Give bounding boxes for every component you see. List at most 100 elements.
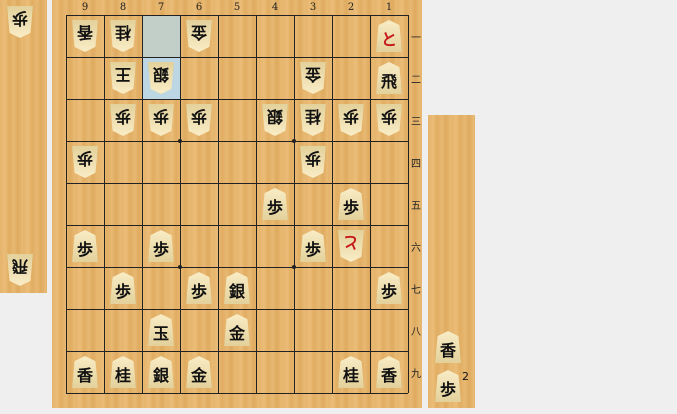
shogi-piece[interactable]: 歩 (335, 102, 367, 138)
piece-glyph: 歩 (12, 9, 29, 28)
grid-line (66, 15, 408, 16)
piece-glyph: 歩 (114, 282, 131, 301)
file-label: 2 (347, 2, 355, 13)
file-label: 9 (81, 2, 89, 13)
shogi-piece[interactable]: 歩 (107, 270, 139, 306)
rank-label: 八 (411, 327, 421, 338)
shogi-piece[interactable]: 金 (183, 354, 215, 390)
shogi-piece[interactable]: 銀 (145, 60, 177, 96)
shogi-piece[interactable]: 王 (107, 60, 139, 96)
shogi-piece[interactable]: 銀 (145, 354, 177, 390)
grid-line (256, 15, 257, 393)
shogi-piece[interactable]: 歩 (335, 186, 367, 222)
piece-glyph: 金 (190, 366, 207, 385)
piece-glyph: 歩 (304, 240, 321, 259)
piece-glyph: 歩 (76, 240, 93, 259)
piece-glyph: 香 (439, 341, 456, 360)
piece-glyph: 銀 (267, 107, 284, 126)
piece-glyph: 歩 (77, 149, 94, 168)
piece-glyph: 銀 (153, 65, 170, 84)
shogi-piece[interactable]: 桂 (107, 354, 139, 390)
shogi-piece[interactable]: 歩 (145, 102, 177, 138)
shogi-piece[interactable]: 歩 (297, 228, 329, 264)
shogi-piece[interactable]: 香 (432, 329, 464, 365)
file-label: 1 (385, 2, 393, 13)
grid-line (66, 225, 408, 226)
piece-glyph: 桂 (115, 23, 132, 42)
shogi-piece[interactable]: 銀 (221, 270, 253, 306)
file-label: 5 (233, 2, 241, 13)
piece-glyph: 歩 (343, 107, 360, 126)
shogi-piece[interactable]: 歩 (183, 270, 215, 306)
shogi-piece[interactable]: 歩 (145, 228, 177, 264)
rank-label: 五 (411, 201, 421, 212)
rank-label: 一 (411, 33, 421, 44)
shogi-piece[interactable]: 金 (183, 18, 215, 54)
shogi-piece[interactable]: と (335, 228, 367, 264)
star-point (292, 265, 296, 269)
piece-glyph: 歩 (439, 380, 456, 399)
star-point (178, 265, 182, 269)
shogi-piece[interactable]: 香 (69, 354, 101, 390)
shogi-piece[interactable]: 金 (221, 312, 253, 348)
grid-line (66, 393, 408, 394)
piece-glyph: 歩 (152, 240, 169, 259)
file-label: 6 (195, 2, 203, 13)
highlight-square (142, 15, 180, 57)
piece-count: 2 (462, 370, 469, 383)
rank-label: 九 (411, 369, 421, 380)
shogi-piece[interactable]: 歩 (432, 368, 464, 404)
gote-piece-stand (0, 0, 47, 293)
grid-line (66, 15, 67, 393)
grid-line (66, 57, 408, 58)
shogi-piece[interactable]: 歩 (4, 4, 36, 40)
grid-line (180, 15, 181, 393)
file-label: 8 (119, 2, 127, 13)
shogi-piece[interactable]: 歩 (373, 270, 405, 306)
piece-glyph: と (343, 233, 360, 252)
piece-glyph: 歩 (115, 107, 132, 126)
file-label: 4 (271, 2, 279, 13)
grid-line (294, 15, 295, 393)
shogi-piece[interactable]: 歩 (69, 144, 101, 180)
shogi-piece[interactable]: 飛 (4, 252, 36, 288)
grid-line (66, 183, 408, 184)
rank-label: 三 (411, 117, 421, 128)
piece-glyph: 銀 (152, 366, 169, 385)
shogi-piece[interactable]: 金 (297, 60, 329, 96)
shogi-piece[interactable]: 桂 (107, 18, 139, 54)
piece-glyph: 香 (380, 366, 397, 385)
shogi-piece[interactable]: 歩 (183, 102, 215, 138)
file-label: 3 (309, 2, 317, 13)
shogi-piece[interactable]: 歩 (107, 102, 139, 138)
grid-line (66, 309, 408, 310)
piece-glyph: 飛 (380, 72, 397, 91)
rank-label: 六 (411, 243, 421, 254)
shogi-piece[interactable]: 歩 (69, 228, 101, 264)
shogi-piece[interactable]: 香 (373, 354, 405, 390)
shogi-piece[interactable]: 飛 (373, 60, 405, 96)
star-point (178, 139, 182, 143)
grid-line (66, 141, 408, 142)
piece-glyph: 香 (76, 366, 93, 385)
shogi-piece[interactable]: 銀 (259, 102, 291, 138)
piece-glyph: 金 (191, 23, 208, 42)
shogi-piece[interactable]: 歩 (373, 102, 405, 138)
shogi-piece[interactable]: と (373, 18, 405, 54)
file-label: 7 (157, 2, 165, 13)
shogi-piece[interactable]: 歩 (259, 186, 291, 222)
piece-glyph: 桂 (342, 366, 359, 385)
rank-label: 七 (411, 285, 421, 296)
shogi-piece[interactable]: 歩 (297, 144, 329, 180)
grid-line (66, 267, 408, 268)
shogi-piece[interactable]: 桂 (297, 102, 329, 138)
piece-glyph: 金 (305, 65, 322, 84)
piece-glyph: 歩 (342, 198, 359, 217)
grid-line (332, 15, 333, 393)
shogi-piece[interactable]: 香 (69, 18, 101, 54)
shogi-piece[interactable]: 玉 (145, 312, 177, 348)
star-point (292, 139, 296, 143)
piece-glyph: 歩 (305, 149, 322, 168)
shogi-piece[interactable]: 桂 (335, 354, 367, 390)
grid-line (218, 15, 219, 393)
